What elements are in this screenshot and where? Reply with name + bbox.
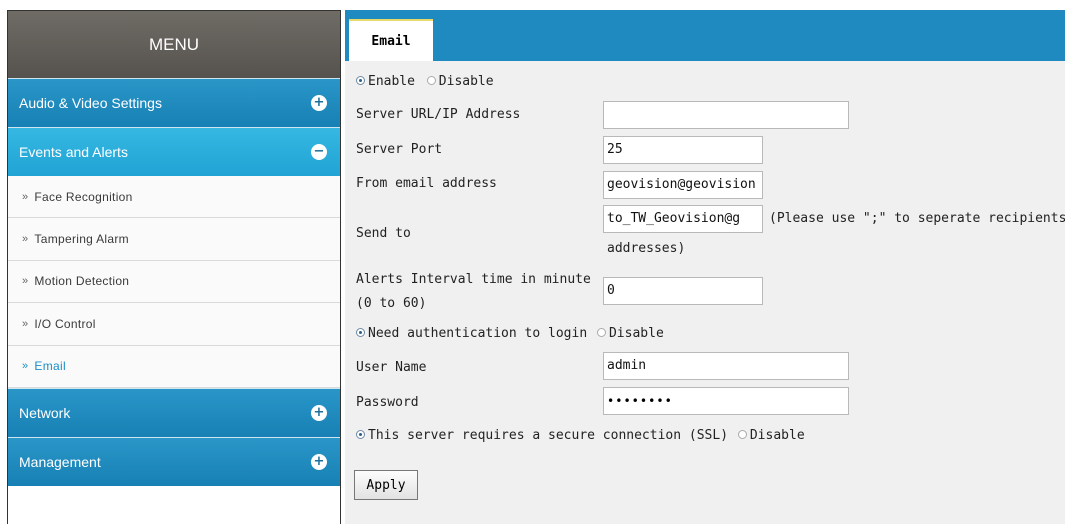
enable-radio-group: Enable Disable bbox=[356, 74, 494, 89]
menu-header: MENU bbox=[8, 11, 340, 78]
main-panel: Email Enable Disable Server URL/IP Addre… bbox=[345, 10, 1065, 524]
sidebar-item-management[interactable]: Management + bbox=[8, 436, 340, 486]
ssl-radio-group: This server requires a secure connection… bbox=[356, 428, 805, 443]
sidebar-subitem-label: Motion Detection bbox=[34, 274, 130, 289]
tab-email[interactable]: Email bbox=[349, 19, 433, 61]
sidebar-item-label: Management bbox=[19, 453, 101, 470]
sidebar-subitem-tampering-alarm[interactable]: » Tampering Alarm bbox=[8, 218, 340, 261]
chevron-right-icon: » bbox=[22, 233, 29, 246]
sidebar-item-events-alerts[interactable]: Events and Alerts − bbox=[8, 127, 340, 176]
enable-label: Enable bbox=[368, 74, 415, 89]
expand-icon[interactable]: + bbox=[311, 453, 327, 470]
chevron-right-icon: » bbox=[22, 190, 29, 203]
username-label: User Name bbox=[356, 360, 427, 375]
from-email-label: From email address bbox=[356, 176, 497, 191]
ssl-required-radio[interactable] bbox=[356, 430, 365, 439]
server-url-label: Server URL/IP Address bbox=[356, 107, 521, 122]
sidebar-item-network[interactable]: Network + bbox=[8, 387, 340, 437]
auth-radio-group: Need authentication to login Disable bbox=[356, 326, 664, 341]
sidebar-subitem-label: Tampering Alarm bbox=[34, 232, 129, 247]
sidebar-subitem-label: Email bbox=[34, 359, 66, 374]
tab-bar: Email bbox=[345, 10, 1065, 61]
chevron-right-icon: » bbox=[22, 275, 29, 288]
auth-disable-label: Disable bbox=[608, 326, 664, 341]
chevron-right-icon: » bbox=[22, 317, 29, 330]
sidebar-subitem-label: Face Recognition bbox=[34, 189, 133, 204]
chevron-right-icon: » bbox=[22, 360, 29, 373]
ssl-disable-radio[interactable] bbox=[737, 430, 747, 439]
menu-title: MENU bbox=[148, 34, 200, 54]
collapse-icon[interactable]: − bbox=[311, 144, 327, 160]
disable-radio[interactable] bbox=[426, 76, 436, 85]
sidebar-subitem-label: I/O Control bbox=[34, 316, 96, 331]
server-port-input[interactable]: 25 bbox=[603, 136, 763, 164]
enable-radio[interactable] bbox=[356, 76, 365, 85]
username-input[interactable]: admin bbox=[603, 352, 849, 380]
interval-range-label: (0 to 60) bbox=[356, 296, 427, 311]
sidebar-item-label: Audio & Video Settings bbox=[19, 95, 162, 111]
sidebar-subitem-io-control[interactable]: » I/O Control bbox=[8, 303, 340, 346]
auth-required-radio[interactable] bbox=[356, 328, 365, 337]
ssl-disable-label: Disable bbox=[749, 428, 805, 443]
sidebar-menu: MENU Audio & Video Settings + Events and… bbox=[7, 10, 341, 524]
server-url-input[interactable] bbox=[603, 101, 849, 129]
password-input[interactable]: •••••••• bbox=[603, 387, 849, 415]
interval-input[interactable]: 0 bbox=[603, 277, 763, 305]
from-email-input[interactable]: geovision@geovision bbox=[603, 171, 763, 199]
sidebar-item-label: Network bbox=[19, 404, 71, 421]
auth-required-label: Need authentication to login bbox=[368, 326, 588, 341]
expand-icon[interactable]: + bbox=[311, 404, 327, 421]
password-label: Password bbox=[356, 395, 419, 410]
send-to-hint: (Please use ";" to seperate recipients' bbox=[769, 211, 1065, 226]
apply-button[interactable]: Apply bbox=[354, 470, 418, 500]
expand-icon[interactable]: + bbox=[311, 95, 327, 111]
send-to-input[interactable]: to_TW_Geovision@g bbox=[603, 205, 763, 233]
sidebar-item-label: Events and Alerts bbox=[19, 144, 128, 160]
sidebar-subitem-face-recognition[interactable]: » Face Recognition bbox=[8, 176, 340, 219]
sidebar-item-audio-video[interactable]: Audio & Video Settings + bbox=[8, 78, 340, 127]
disable-label: Disable bbox=[438, 74, 494, 89]
sidebar-subitem-motion-detection[interactable]: » Motion Detection bbox=[8, 260, 340, 304]
send-to-label: Send to bbox=[356, 226, 411, 241]
server-port-label: Server Port bbox=[356, 142, 443, 157]
interval-label: Alerts Interval time in minute bbox=[356, 272, 591, 287]
send-to-hint-continued: addresses) bbox=[607, 241, 686, 256]
ssl-required-label: This server requires a secure connection… bbox=[368, 428, 729, 443]
sidebar-subitem-email[interactable]: » Email bbox=[8, 345, 340, 388]
auth-disable-radio[interactable] bbox=[596, 328, 606, 337]
